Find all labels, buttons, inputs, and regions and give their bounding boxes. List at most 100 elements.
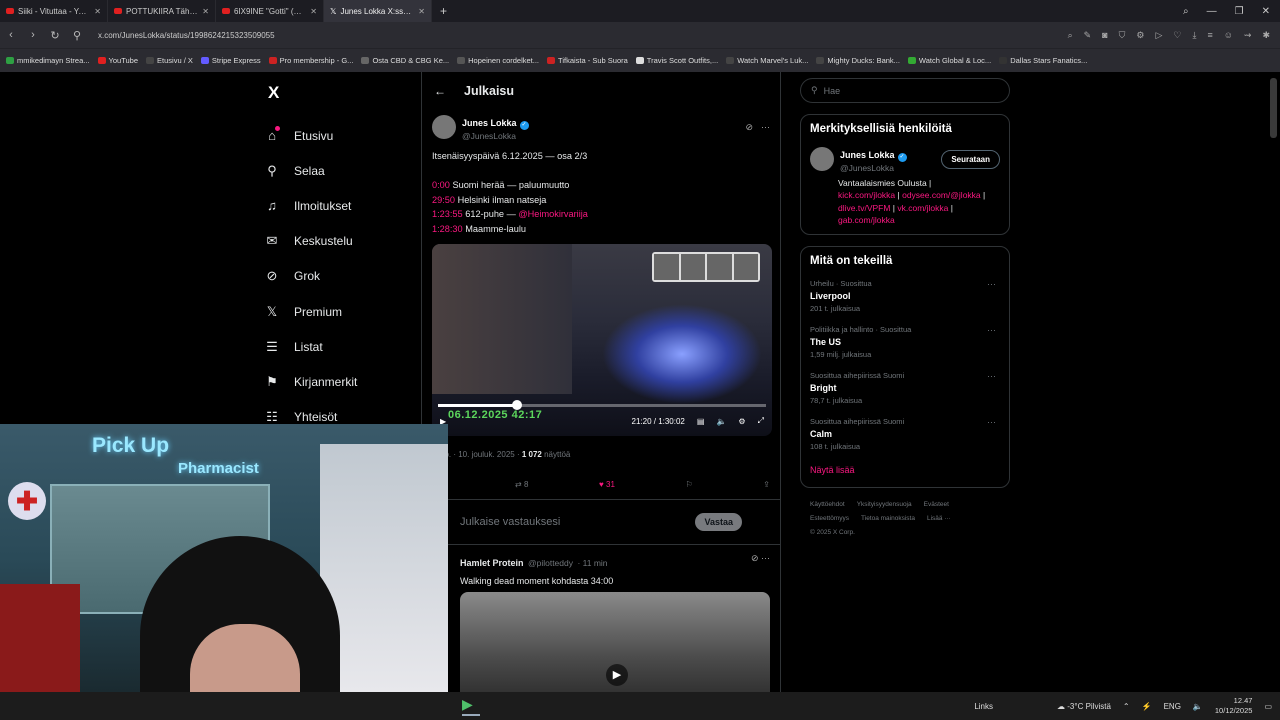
minimize-button[interactable]: — <box>1207 6 1217 17</box>
menu-icon[interactable]: ≡ <box>1207 30 1212 41</box>
restore-button[interactable]: ❐ <box>1235 6 1244 17</box>
nav-explore[interactable]: ⚲ Selaa <box>264 153 414 188</box>
nav-notifications[interactable]: ♫ Ilmoitukset <box>264 188 414 223</box>
nav-lists[interactable]: ☰ Listat <box>264 329 414 364</box>
bookmark-button[interactable]: ⚐ <box>686 480 693 489</box>
avatar[interactable] <box>810 147 834 171</box>
nav-bookmarks[interactable]: ⚑ Kirjanmerkit <box>264 364 414 399</box>
bookmark-item[interactable]: Watch Marvel's Luk... <box>726 56 808 65</box>
avatar[interactable] <box>432 115 456 139</box>
video-player[interactable]: 06.12.2025 42:17 ▶ 21:20 / 1:30:02 ▤ 🔈 ⚙… <box>432 244 772 436</box>
reply-time[interactable]: · 11 min <box>577 558 607 568</box>
settings-icon[interactable]: ⚙ <box>1136 30 1144 41</box>
more-options-icon[interactable]: ··· <box>761 122 770 133</box>
bio-link[interactable]: kick.com/jlokka <box>838 190 895 200</box>
site-info-icon[interactable]: ⚲ <box>66 29 88 42</box>
bookmark-item[interactable]: Pro membership - G... <box>268 56 353 65</box>
bio-link[interactable]: odysee.com/@jlokka <box>902 190 981 200</box>
fullscreen-icon[interactable]: ⤢ <box>758 416 764 426</box>
repost-button[interactable]: ⇄ 8 <box>515 480 528 489</box>
trend-item[interactable]: Urheilu · Suosittua Liverpool 201 t. julka… <box>810 279 1000 313</box>
footer-link[interactable]: Esteettömyys <box>810 515 849 522</box>
new-tab-button[interactable]: + <box>432 4 455 18</box>
video-progress-bar[interactable] <box>438 400 766 410</box>
reply-author-name[interactable]: Hamlet Protein <box>460 558 524 568</box>
more-options-icon[interactable]: ··· <box>987 325 996 335</box>
close-tab-icon[interactable]: ✕ <box>94 7 101 16</box>
back-button[interactable]: ‹ <box>0 29 22 41</box>
profile-icon[interactable]: ☺ <box>1224 30 1233 41</box>
more-options-icon[interactable]: ··· <box>987 279 996 289</box>
bookmark-item[interactable]: Watch Global & Loc... <box>907 56 991 65</box>
more-options-icon[interactable]: ··· <box>987 417 996 427</box>
close-tab-icon[interactable]: ✕ <box>310 7 317 16</box>
bio-link[interactable]: vk.com/jlokka <box>897 203 948 213</box>
timestamp-link[interactable]: 29:50 <box>432 195 455 205</box>
bookmark-item[interactable]: Osta CBD & CBG Ke... <box>361 56 449 65</box>
timestamp-link[interactable]: 1:28:30 <box>432 224 463 234</box>
play-icon[interactable]: ▷ <box>1155 30 1162 41</box>
nav-messages[interactable]: ✉ Keskustelu <box>264 224 414 259</box>
x-logo[interactable]: X <box>268 83 414 103</box>
reply-author-handle[interactable]: @pilotteddy <box>528 558 573 568</box>
footer-link[interactable]: Tietoa mainoksista <box>861 515 915 522</box>
trend-item[interactable]: Suosittua aihepiirissä Suomi Calm 108 t. j… <box>810 417 1000 451</box>
heart-icon[interactable]: ♡ <box>1173 30 1181 41</box>
bookmark-item[interactable]: Hopeinen cordelket... <box>457 56 539 65</box>
footer-link[interactable]: Käyttöehdot <box>810 501 845 508</box>
back-arrow-icon[interactable]: ← <box>434 84 446 98</box>
video-scrubber-handle[interactable] <box>511 400 522 410</box>
more-options-icon[interactable]: ··· <box>987 371 996 381</box>
bookmark-item[interactable]: Stripe Express <box>200 56 261 65</box>
person-name[interactable]: Junes Lokka <box>840 150 895 160</box>
author-name[interactable]: Junes Lokka <box>462 118 517 128</box>
person-handle[interactable]: @JunesLokka <box>840 163 907 173</box>
browser-tab[interactable]: 6IX9INE "Gotti" (WSHH E✕ <box>216 0 324 22</box>
bookmark-item[interactable]: YouTube <box>97 56 138 65</box>
url-field[interactable]: x.com/JunesLokka/status/1998624215323509… <box>92 26 1068 44</box>
download-icon[interactable]: ⤓ <box>1192 30 1196 41</box>
app-icon[interactable]: ▶ <box>462 696 480 716</box>
share-button[interactable]: ⇪ <box>763 480 770 489</box>
shield-icon[interactable]: ⛉ <box>1119 30 1126 41</box>
search-tabs-icon[interactable]: ⌕ <box>1183 6 1189 17</box>
reply-input[interactable]: Julkaise vastauksesi <box>460 516 560 528</box>
browser-tab-active[interactable]: 𝕏Junes Lokka X:ssä: "Itsenäi✕ <box>324 0 432 22</box>
grok-icon[interactable]: ⊘ <box>745 122 753 133</box>
links-toolbar[interactable]: Links <box>974 702 993 711</box>
volume-icon[interactable]: 🔈 <box>716 417 726 426</box>
bookmark-item[interactable]: Travis Scott Outfits,... <box>635 56 718 65</box>
settings-icon[interactable]: ⚙ <box>738 417 745 426</box>
author-handle[interactable]: @JunesLokka <box>462 131 529 141</box>
reply-video[interactable]: ▶ <box>460 592 770 704</box>
bookmark-item[interactable]: Tifkaista - Sub Suora <box>547 56 628 65</box>
reload-button[interactable]: ↻ <box>44 29 66 42</box>
footer-link[interactable]: Lisää ··· <box>927 515 951 522</box>
notifications-icon[interactable]: ▭ <box>1264 702 1272 711</box>
bookmark-item[interactable]: Mighty Ducks: Bank... <box>816 56 900 65</box>
close-tab-icon[interactable]: ✕ <box>418 7 425 16</box>
reply-submit-button[interactable]: Vastaa <box>695 513 742 531</box>
captions-icon[interactable]: ▤ <box>697 417 705 426</box>
chevron-up-icon[interactable]: ⌃ <box>1123 702 1130 711</box>
edit-icon[interactable]: ✎ <box>1084 30 1092 41</box>
close-tab-icon[interactable]: ✕ <box>202 7 209 16</box>
search-input[interactable]: ⚲ Hae <box>800 78 1010 103</box>
trend-item[interactable]: Suosittua aihepiirissä Suomi Bright 78,7 t… <box>810 371 1000 405</box>
nav-premium[interactable]: 𝕏 Premium <box>264 294 414 329</box>
bio-link[interactable]: gab.com/jlokka <box>838 215 895 225</box>
camera-icon[interactable]: ◙ <box>1102 30 1107 41</box>
bookmark-item[interactable]: Dallas Stars Fanatics... <box>999 56 1087 65</box>
browser-tab[interactable]: Siiki - Vituttaa - YouTube✕ <box>0 0 108 22</box>
timestamp-link[interactable]: 0:00 <box>432 180 450 190</box>
bookmark-item[interactable]: mmikedimayn Strea... <box>6 56 90 65</box>
forward-button[interactable]: › <box>22 29 44 41</box>
system-clock[interactable]: 12.47 10/12/2025 <box>1215 696 1253 716</box>
page-scrollbar[interactable] <box>1270 72 1277 692</box>
play-icon[interactable]: ▶ <box>606 664 628 686</box>
more-options-icon[interactable]: ⊘ ··· <box>751 553 770 564</box>
footer-link[interactable]: Yksityisyydensuoja <box>857 501 912 508</box>
language-indicator[interactable]: ENG <box>1164 702 1181 711</box>
browser-tab[interactable]: POTTUKIIRA Tähtäimessä✕ <box>108 0 216 22</box>
puzzle-icon[interactable]: ✱ <box>1262 30 1270 41</box>
